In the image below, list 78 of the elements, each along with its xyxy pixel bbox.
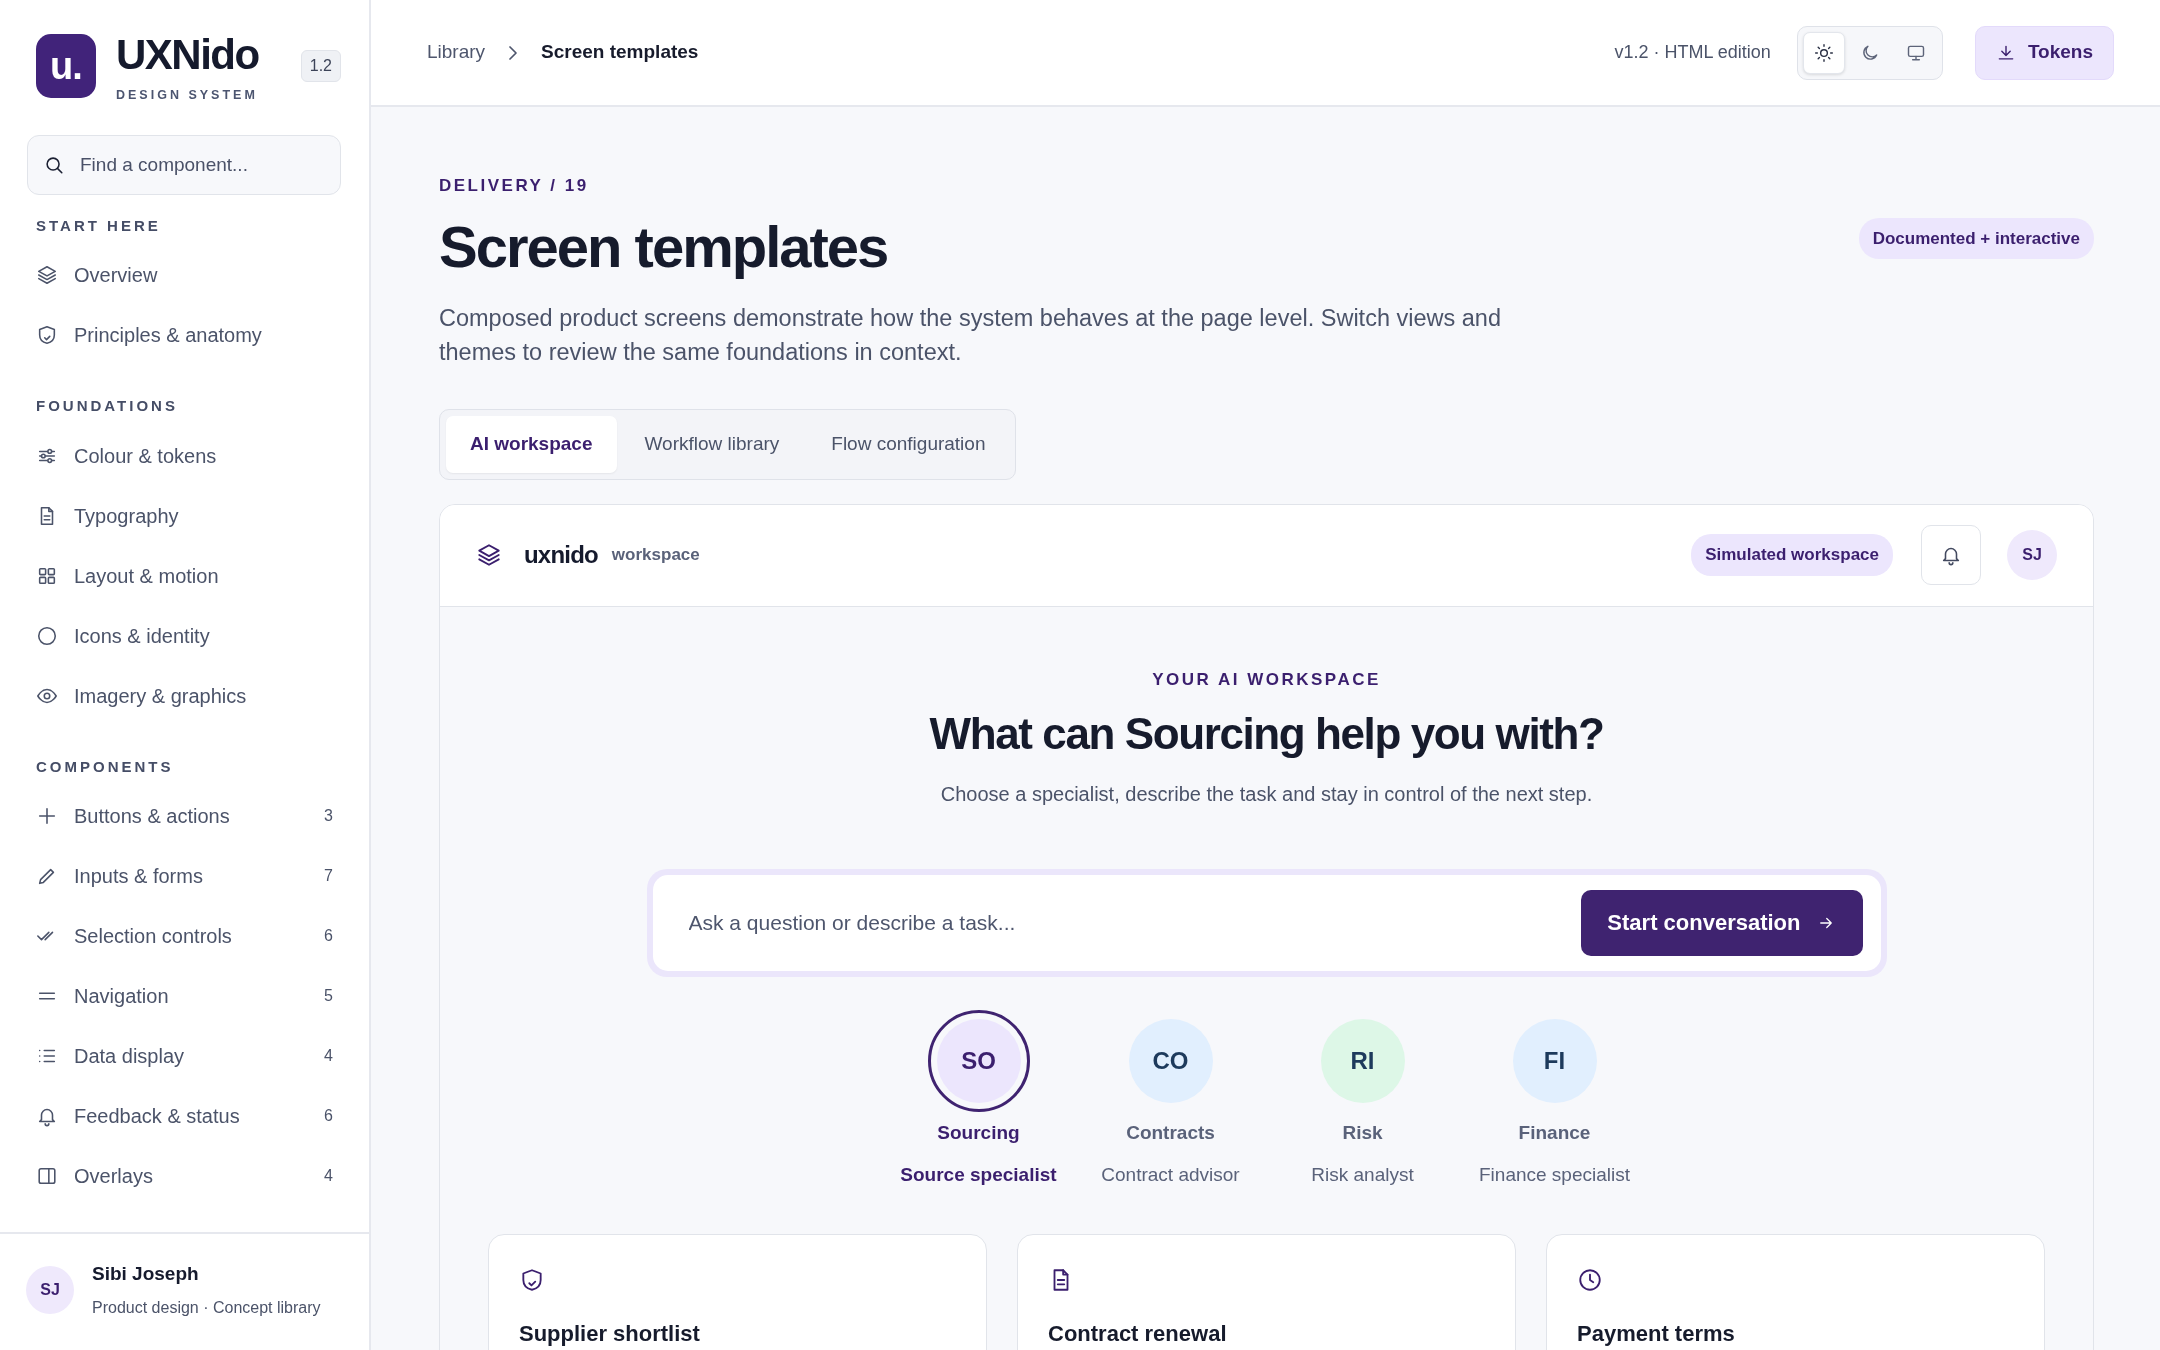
section-heading: START HERE: [36, 215, 162, 236]
sidebar-item[interactable]: Typography: [28, 485, 341, 546]
sidebar-item[interactable]: Feedback & status 6: [28, 1086, 341, 1147]
sun-icon: [1813, 42, 1834, 63]
specialist-name[interactable]: Contracts: [1126, 1118, 1215, 1148]
workspace-subheading: Choose a specialist, describe the task and stay in control of the next step.: [939, 781, 1594, 807]
version-tag: 1.2: [300, 50, 341, 82]
status-pill: Documented + interactive: [1858, 217, 2094, 260]
specialist-avatar[interactable]: CO: [1128, 1018, 1213, 1103]
prompt-field[interactable]: Ask a question or describe a task... Start conversation: [652, 874, 1881, 971]
specialist-avatar[interactable]: RI: [1320, 1018, 1405, 1103]
template-card[interactable]: Supplier shortlist: [488, 1233, 987, 1350]
tab[interactable]: AI workspace: [446, 416, 617, 473]
specialist-role: Risk analyst: [1311, 1163, 1414, 1188]
template-card[interactable]: Payment terms: [1546, 1233, 2045, 1350]
item-count: 6: [324, 1106, 333, 1127]
sidebar-item[interactable]: Icons & identity: [28, 605, 341, 666]
brand-name: UXNido: [116, 34, 260, 76]
specialist-role: Contract advisor: [1101, 1163, 1240, 1188]
sidebar-item[interactable]: Overview: [28, 245, 341, 306]
sidebar-item[interactable]: Principles & anatomy: [28, 305, 341, 366]
shield-icon: [519, 1266, 545, 1293]
layers-icon: [36, 264, 58, 287]
specialist-role: Finance specialist: [1479, 1163, 1630, 1188]
brand-tagline: DESIGN SYSTEM: [116, 87, 259, 104]
chevron-right-icon: [509, 45, 518, 60]
sidebar-item[interactable]: Imagery & graphics: [28, 665, 341, 726]
card-title: Contract renewal: [1048, 1319, 1228, 1348]
item-count: 5: [324, 986, 333, 1007]
sidebar-item[interactable]: Layout & motion: [28, 545, 341, 606]
page-description: Composed product screens demonstrate how the system behaves at the page level. Switch views and themes to review the same foundations in context.: [439, 304, 1502, 367]
specialist-avatar[interactable]: FI: [1512, 1018, 1597, 1103]
workspace-brand: uxnido: [524, 540, 598, 570]
section-heading: COMPONENTS: [36, 756, 175, 777]
user-role: Product design · Concept library: [92, 1298, 321, 1318]
search-field[interactable]: Find a component...: [27, 134, 341, 195]
user-name: Sibi Joseph: [92, 1261, 200, 1286]
sidebar-item[interactable]: Overlays 4: [28, 1146, 341, 1207]
sidebar-item[interactable]: Buttons & actions 3: [28, 786, 341, 847]
sidebar-item[interactable]: Colour & tokens: [28, 425, 341, 486]
item-count: 4: [324, 1046, 333, 1067]
sidebar-item[interactable]: Navigation 5: [28, 966, 341, 1027]
edition-label: v1.2 · HTML edition: [1614, 41, 1771, 64]
start-conversation-button[interactable]: Start conversation: [1581, 889, 1863, 956]
item-count: 4: [324, 1166, 333, 1187]
layers-icon: [476, 542, 502, 568]
item-count: 6: [324, 926, 333, 947]
shield-icon: [36, 324, 58, 347]
page-title: Screen templates: [439, 214, 888, 279]
tab[interactable]: Workflow library: [620, 416, 804, 473]
section-heading: FOUNDATIONS: [36, 396, 179, 417]
workspace-eyebrow: YOUR AI WORKSPACE: [1151, 668, 1382, 691]
breadcrumb-current: Screen templates: [541, 40, 699, 65]
sidebar-item[interactable]: Inputs & forms 7: [28, 846, 341, 907]
sidebar-item[interactable]: Data display 4: [28, 1026, 341, 1087]
brand-logo: u.: [36, 34, 96, 98]
card-title: Payment terms: [1577, 1319, 1736, 1348]
sidebar-item[interactable]: Selection controls 6: [28, 906, 341, 967]
specialist-role: Source specialist: [900, 1163, 1057, 1188]
breadcrumb-link[interactable]: Library: [427, 38, 486, 67]
tab[interactable]: Flow configuration: [807, 416, 1010, 473]
circle-icon: [36, 624, 58, 647]
specialist-name[interactable]: Finance: [1518, 1118, 1591, 1148]
template-card[interactable]: Contract renewal: [1017, 1233, 1516, 1350]
specialist-name[interactable]: Risk: [1342, 1118, 1383, 1148]
workspace-heading: What can Sourcing help you with?: [928, 708, 1605, 760]
tokens-button[interactable]: Tokens: [1974, 25, 2114, 80]
user-avatar: SJ: [26, 1265, 74, 1314]
item-count: 3: [324, 806, 333, 827]
page-eyebrow: DELIVERY / 19: [439, 175, 590, 197]
clock-icon: [1577, 1266, 1603, 1293]
user-avatar[interactable]: SJ: [2007, 530, 2057, 580]
specialist-name[interactable]: Sourcing: [937, 1118, 1020, 1148]
item-count: 7: [324, 866, 333, 887]
light-mode-button[interactable]: [1802, 31, 1845, 74]
workspace-pill: Simulated workspace: [1691, 534, 1893, 576]
workspace-label: workspace: [611, 544, 700, 567]
card-title: Supplier shortlist: [519, 1319, 701, 1348]
